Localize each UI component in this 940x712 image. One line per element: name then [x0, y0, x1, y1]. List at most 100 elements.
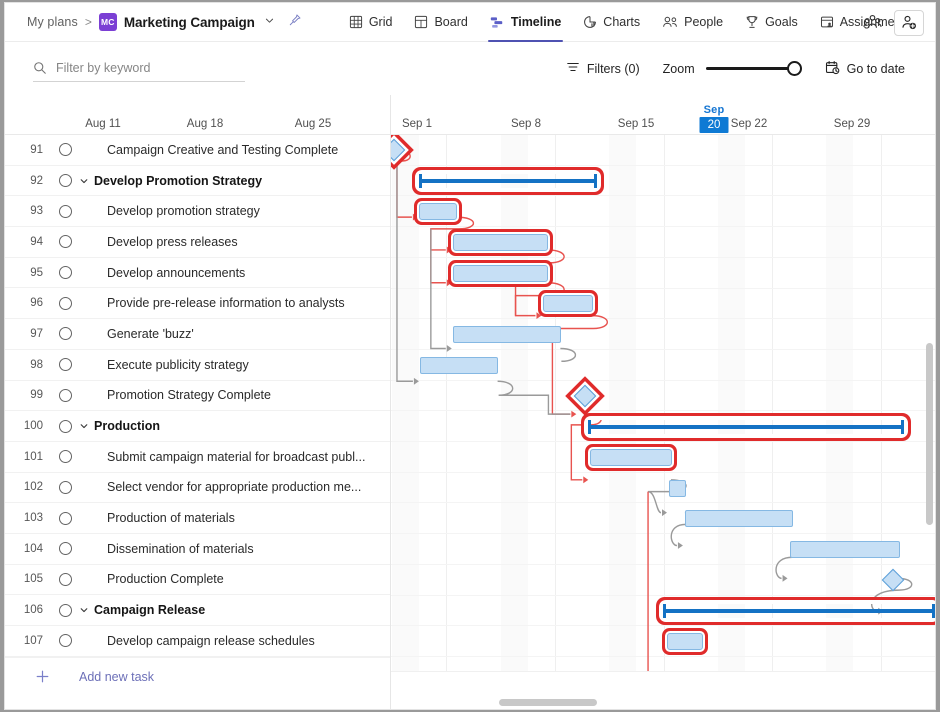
- task-complete-checkbox[interactable]: [51, 604, 79, 617]
- task-bar[interactable]: [669, 480, 686, 497]
- task-bar[interactable]: [453, 234, 548, 251]
- table-row[interactable]: 105Production Complete: [5, 565, 390, 596]
- task-bar[interactable]: [543, 295, 593, 312]
- people-group-icon[interactable]: [859, 10, 885, 36]
- task-complete-checkbox[interactable]: [51, 634, 79, 647]
- circle-icon: [59, 143, 72, 156]
- task-bar[interactable]: [419, 203, 457, 220]
- filters-button[interactable]: Filters (0): [553, 54, 653, 84]
- go-to-date-button[interactable]: Go to date: [812, 54, 918, 84]
- dependency-arrow: [447, 247, 452, 254]
- table-row[interactable]: 98Execute publicity strategy: [5, 350, 390, 381]
- timeline-toolbar: Filters (0) Zoom Go to date: [5, 42, 935, 95]
- task-complete-checkbox[interactable]: [51, 573, 79, 586]
- dependency-arrow: [783, 575, 788, 582]
- task-name: Production: [79, 419, 160, 433]
- circle-icon: [59, 327, 72, 340]
- row-number: 106: [5, 604, 51, 616]
- tab-goals[interactable]: Goals: [734, 3, 809, 42]
- task-complete-checkbox[interactable]: [51, 512, 79, 525]
- table-row[interactable]: 93Develop promotion strategy: [5, 196, 390, 227]
- tab-people[interactable]: People: [651, 3, 734, 42]
- task-complete-checkbox[interactable]: [51, 266, 79, 279]
- zoom-slider[interactable]: [706, 61, 802, 77]
- table-row[interactable]: 107Develop campaign release schedules: [5, 626, 390, 657]
- milestone-diamond[interactable]: [574, 385, 597, 408]
- task-name: Production Complete: [79, 572, 224, 586]
- task-complete-checkbox[interactable]: [51, 542, 79, 555]
- task-name: Campaign Release: [79, 603, 205, 617]
- breadcrumb: My plans > MC Marketing Campaign: [5, 13, 302, 32]
- task-complete-checkbox[interactable]: [51, 174, 79, 187]
- gantt-date-header: Sep 1 Sep 8 Sep 15 Sep 22 Sep 29 Sep 20: [391, 95, 935, 135]
- table-row[interactable]: 97Generate 'buzz': [5, 319, 390, 350]
- table-row[interactable]: 101Submit campaign material for broadcas…: [5, 442, 390, 473]
- task-bar[interactable]: [667, 633, 703, 650]
- chevron-down-icon[interactable]: [79, 605, 89, 615]
- today-marker: Sep 20: [700, 104, 729, 133]
- summary-bar-line: [419, 179, 597, 183]
- tab-charts[interactable]: Charts: [572, 3, 651, 42]
- task-complete-checkbox[interactable]: [51, 327, 79, 340]
- page-title: Marketing Campaign: [124, 15, 255, 30]
- summary-bar[interactable]: [419, 174, 597, 188]
- dependency-arrow: [583, 476, 588, 483]
- zoom-slider-handle[interactable]: [787, 61, 802, 76]
- task-bar[interactable]: [420, 357, 498, 374]
- table-row[interactable]: 100Production: [5, 411, 390, 442]
- task-complete-checkbox[interactable]: [51, 450, 79, 463]
- task-bar[interactable]: [790, 541, 900, 558]
- task-complete-checkbox[interactable]: [51, 297, 79, 310]
- task-complete-checkbox[interactable]: [51, 481, 79, 494]
- task-bar[interactable]: [453, 326, 561, 343]
- date-label: Aug 18: [187, 118, 223, 130]
- row-number: 104: [5, 543, 51, 555]
- pin-icon[interactable]: [288, 13, 302, 32]
- task-complete-checkbox[interactable]: [51, 143, 79, 156]
- tab-board[interactable]: Board: [403, 3, 478, 42]
- summary-bar[interactable]: [663, 604, 935, 618]
- circle-icon: [59, 297, 72, 310]
- table-row[interactable]: 91Campaign Creative and Testing Complete: [5, 135, 390, 166]
- summary-bar[interactable]: [588, 420, 904, 434]
- table-row[interactable]: 104Dissemination of materials: [5, 534, 390, 565]
- breadcrumb-my-plans[interactable]: My plans: [27, 15, 78, 29]
- tab-timeline[interactable]: Timeline: [479, 3, 572, 42]
- chevron-down-icon[interactable]: [264, 15, 275, 29]
- search-box[interactable]: [33, 55, 245, 82]
- task-complete-checkbox[interactable]: [51, 389, 79, 402]
- table-row[interactable]: 102Select vendor for appropriate product…: [5, 473, 390, 504]
- go-to-date-label: Go to date: [847, 62, 905, 76]
- grid-row-line: [391, 564, 935, 565]
- tab-grid[interactable]: Grid: [338, 3, 404, 42]
- chevron-down-icon[interactable]: [79, 421, 89, 431]
- add-person-icon[interactable]: [894, 10, 924, 36]
- chevron-down-icon[interactable]: [79, 176, 89, 186]
- task-bar[interactable]: [453, 265, 548, 282]
- task-complete-checkbox[interactable]: [51, 358, 79, 371]
- grid-row-line: [391, 472, 935, 473]
- table-row[interactable]: 95Develop announcements: [5, 258, 390, 289]
- table-row[interactable]: 106 Campaign Release: [5, 595, 390, 626]
- table-row[interactable]: 94Develop press releases: [5, 227, 390, 258]
- search-input[interactable]: [56, 61, 245, 75]
- grid-icon: [349, 15, 363, 29]
- tab-board-label: Board: [434, 15, 467, 29]
- table-row[interactable]: 92Develop Promotion Strategy: [5, 166, 390, 197]
- table-row[interactable]: 103Production of materials: [5, 503, 390, 534]
- summary-bar-cap-start: [663, 604, 666, 618]
- row-number: 103: [5, 512, 51, 524]
- vertical-scrollbar[interactable]: [926, 343, 933, 525]
- milestone-diamond[interactable]: [882, 569, 905, 592]
- task-bar[interactable]: [685, 510, 793, 527]
- table-row[interactable]: 99Promotion Strategy Complete: [5, 381, 390, 412]
- task-complete-checkbox[interactable]: [51, 205, 79, 218]
- task-complete-checkbox[interactable]: [51, 420, 79, 433]
- grid-column-line: [446, 135, 447, 709]
- task-complete-checkbox[interactable]: [51, 235, 79, 248]
- add-new-task-row[interactable]: Add new task: [5, 657, 390, 696]
- gantt-canvas[interactable]: [391, 135, 935, 709]
- table-row[interactable]: 96Provide pre-release information to ana…: [5, 288, 390, 319]
- horizontal-scrollbar[interactable]: [499, 699, 597, 706]
- task-bar[interactable]: [590, 449, 672, 466]
